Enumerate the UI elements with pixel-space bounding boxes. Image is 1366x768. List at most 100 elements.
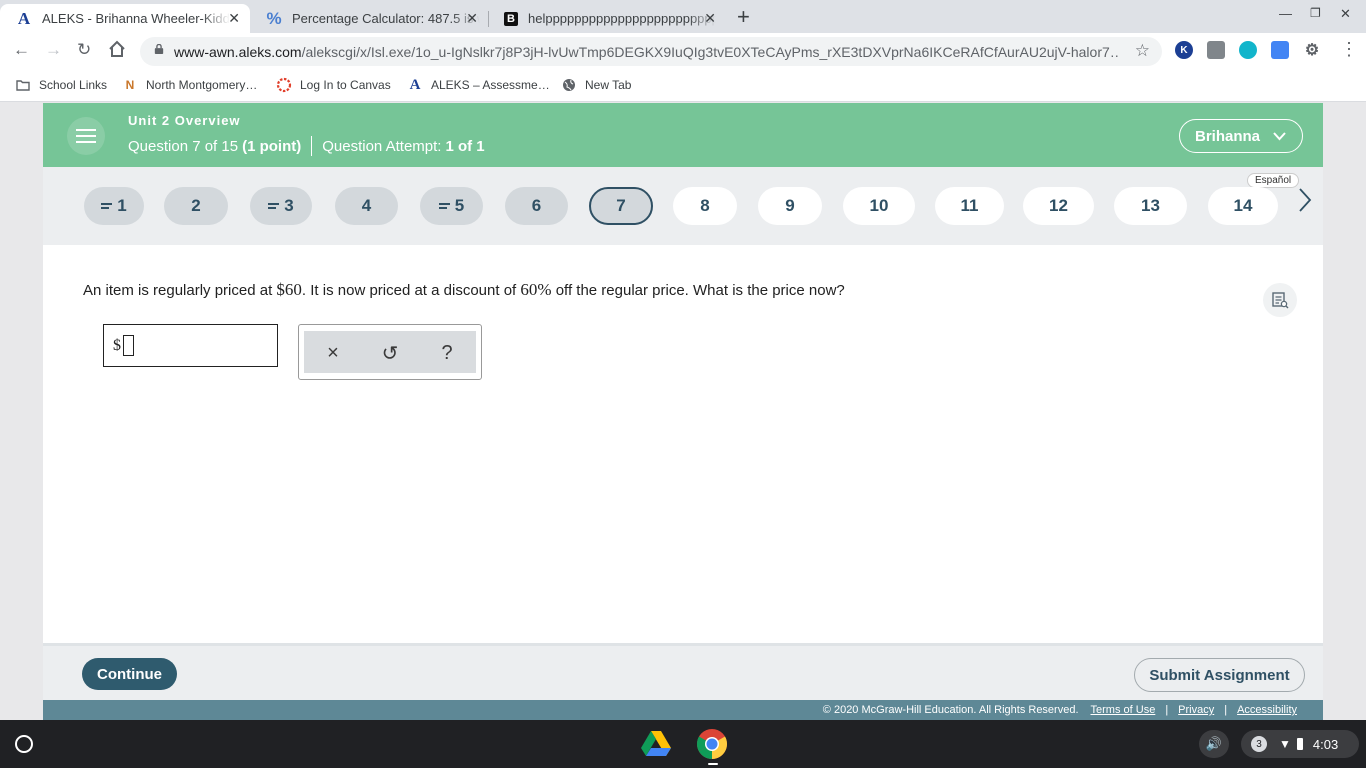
help-question-icon[interactable]: ? xyxy=(435,341,459,365)
running-app-indicator xyxy=(708,763,718,765)
question-button-11[interactable]: 11 xyxy=(935,187,1004,225)
aleks-page: Unit 2 Overview Question 7 of 15 (1 poin… xyxy=(43,103,1323,720)
question-button-8[interactable]: 8 xyxy=(673,187,737,225)
browser-toolbar: ← → ↻ www-awn.aleks.com/alekscgi/x/Isl.e… xyxy=(0,33,1366,70)
bookmark-new-tab[interactable]: New Tab xyxy=(561,77,631,93)
answer-input[interactable]: $ xyxy=(103,324,278,367)
question-button-10[interactable]: 10 xyxy=(843,187,915,225)
bookmark-north-montgomery[interactable]: N North Montgomery… xyxy=(122,77,258,93)
tab-aleks[interactable]: A ALEKS - Brihanna Wheeler-Kidd - Learn … xyxy=(0,4,250,33)
regular-price: $60 xyxy=(276,280,302,299)
restore-icon[interactable]: ❐ xyxy=(1310,6,1321,20)
reload-icon[interactable]: ↻ xyxy=(77,40,91,60)
tab-strip: A ALEKS - Brihanna Wheeler-Kidd - Learn … xyxy=(0,0,1366,33)
question-button-6[interactable]: 6 xyxy=(505,187,568,225)
privacy-link[interactable]: Privacy xyxy=(1178,704,1214,716)
os-shelf: 🔊 3 ▼ 4:03 xyxy=(0,720,1366,768)
bookmark-label: New Tab xyxy=(585,78,632,92)
clear-x-icon[interactable]: × xyxy=(321,341,345,365)
aleks-a-icon: A xyxy=(409,76,421,93)
question-text-part: . It is now priced at a discount of xyxy=(301,282,521,299)
address-bar[interactable]: www-awn.aleks.com/alekscgi/x/Isl.exe/1o_… xyxy=(140,37,1162,66)
question-button-2[interactable]: 2 xyxy=(164,187,228,225)
user-name: Brihanna xyxy=(1195,127,1261,145)
attempt-label: Question Attempt: xyxy=(322,137,442,155)
bookmark-label: School Links xyxy=(39,78,108,92)
question-button-9[interactable]: 9 xyxy=(758,187,822,225)
user-menu-button[interactable]: Brihanna xyxy=(1179,119,1303,153)
assignment-footer: Continue Submit Assignment xyxy=(43,646,1323,700)
launcher-circle-icon[interactable] xyxy=(15,735,33,753)
extension-k-icon[interactable]: K xyxy=(1175,41,1193,59)
folder-icon xyxy=(15,77,31,93)
bookmark-school-links[interactable]: School Links xyxy=(15,77,107,93)
bookmark-aleks[interactable]: A ALEKS – Assessme… xyxy=(407,77,550,93)
question-button-5[interactable]: 5 xyxy=(420,187,483,225)
undo-icon[interactable]: ↺ xyxy=(378,341,402,365)
aleks-a-icon: A xyxy=(17,8,31,28)
new-tab-plus-icon[interactable]: + xyxy=(737,4,750,30)
question-number: 1 xyxy=(117,196,127,215)
question-text-part: off the regular price. What is the price… xyxy=(551,282,845,299)
link-separator: | xyxy=(1165,704,1169,716)
question-number: 13 xyxy=(1141,196,1160,215)
question-button-14[interactable]: 14 xyxy=(1208,187,1278,225)
question-button-3[interactable]: 3 xyxy=(250,187,312,225)
bookmark-label: North Montgomery… xyxy=(146,78,258,92)
close-tab-icon[interactable]: ✕ xyxy=(466,10,478,27)
bookmarks-bar: School Links N North Montgomery… Log In … xyxy=(0,70,1366,102)
speaker-icon[interactable]: 🔊 xyxy=(1199,730,1229,758)
bookmark-canvas[interactable]: Log In to Canvas xyxy=(276,77,391,93)
notification-count: 3 xyxy=(1251,736,1267,752)
question-button-12[interactable]: 12 xyxy=(1023,187,1094,225)
question-number: 9 xyxy=(785,196,795,215)
minimize-icon[interactable]: — xyxy=(1279,6,1292,21)
status-tray[interactable]: 3 ▼ 4:03 xyxy=(1241,730,1359,758)
tab-percentage-calculator[interactable]: % Percentage Calculator: 487.5 is what ✕ xyxy=(250,4,488,33)
tab-title: helpppppppppppppppppppppppp xyxy=(528,11,716,26)
close-tab-icon[interactable]: ✕ xyxy=(704,10,716,27)
lock-icon xyxy=(154,44,164,54)
home-icon[interactable] xyxy=(108,40,126,63)
question-button-7[interactable]: 7 xyxy=(589,187,653,225)
google-drive-icon[interactable] xyxy=(640,728,672,760)
back-arrow-icon[interactable]: ← xyxy=(13,40,30,60)
bookmark-label: ALEKS – Assessme… xyxy=(431,78,550,92)
brainly-b-icon: B xyxy=(504,11,518,26)
question-number: 4 xyxy=(361,196,372,215)
globe-icon xyxy=(561,77,577,93)
question-number: 2 xyxy=(191,196,201,215)
extension-copy-icon[interactable] xyxy=(1207,41,1225,59)
question-points: (1 point) xyxy=(242,137,302,155)
espanol-link[interactable]: Español xyxy=(1247,173,1300,188)
continue-button[interactable]: Continue xyxy=(82,658,177,690)
question-number: 3 xyxy=(284,196,294,215)
notes-icon[interactable] xyxy=(1263,283,1297,317)
input-cursor[interactable] xyxy=(123,335,134,356)
close-tab-icon[interactable]: ✕ xyxy=(228,10,240,27)
extension-grammar-icon[interactable] xyxy=(1239,41,1257,59)
extension-google-icon[interactable] xyxy=(1271,41,1289,59)
question-button-13[interactable]: 13 xyxy=(1114,187,1187,225)
question-button-1[interactable]: 1 xyxy=(84,187,144,225)
terms-of-use-link[interactable]: Terms of Use xyxy=(1091,704,1156,716)
chrome-icon[interactable] xyxy=(696,728,728,760)
chrome-menu-icon[interactable]: ⋮ xyxy=(1340,39,1358,60)
tab-brainly[interactable]: B helpppppppppppppppppppppppp ✕ xyxy=(488,4,726,33)
accessibility-link[interactable]: Accessibility xyxy=(1237,704,1297,716)
unit-title: Unit 2 Overview xyxy=(128,113,241,128)
discount-percent: 60% xyxy=(520,280,552,299)
bookmark-star-icon[interactable]: ☆ xyxy=(1135,41,1150,61)
extensions-puzzle-icon[interactable]: ⚙ xyxy=(1303,41,1321,59)
question-number: 6 xyxy=(531,196,542,215)
forward-arrow-icon[interactable]: → xyxy=(45,40,62,60)
percent-icon: % xyxy=(266,8,282,28)
question-button-4[interactable]: 4 xyxy=(335,187,398,225)
battery-icon xyxy=(1296,738,1303,750)
url-text: www-awn.aleks.com/alekscgi/x/Isl.exe/1o_… xyxy=(174,44,1119,60)
canvas-icon xyxy=(276,77,292,93)
hamburger-menu-icon[interactable] xyxy=(67,117,105,155)
chevron-right-icon[interactable] xyxy=(1297,187,1313,218)
close-window-icon[interactable]: ✕ xyxy=(1340,6,1351,22)
submit-assignment-button[interactable]: Submit Assignment xyxy=(1134,658,1305,692)
